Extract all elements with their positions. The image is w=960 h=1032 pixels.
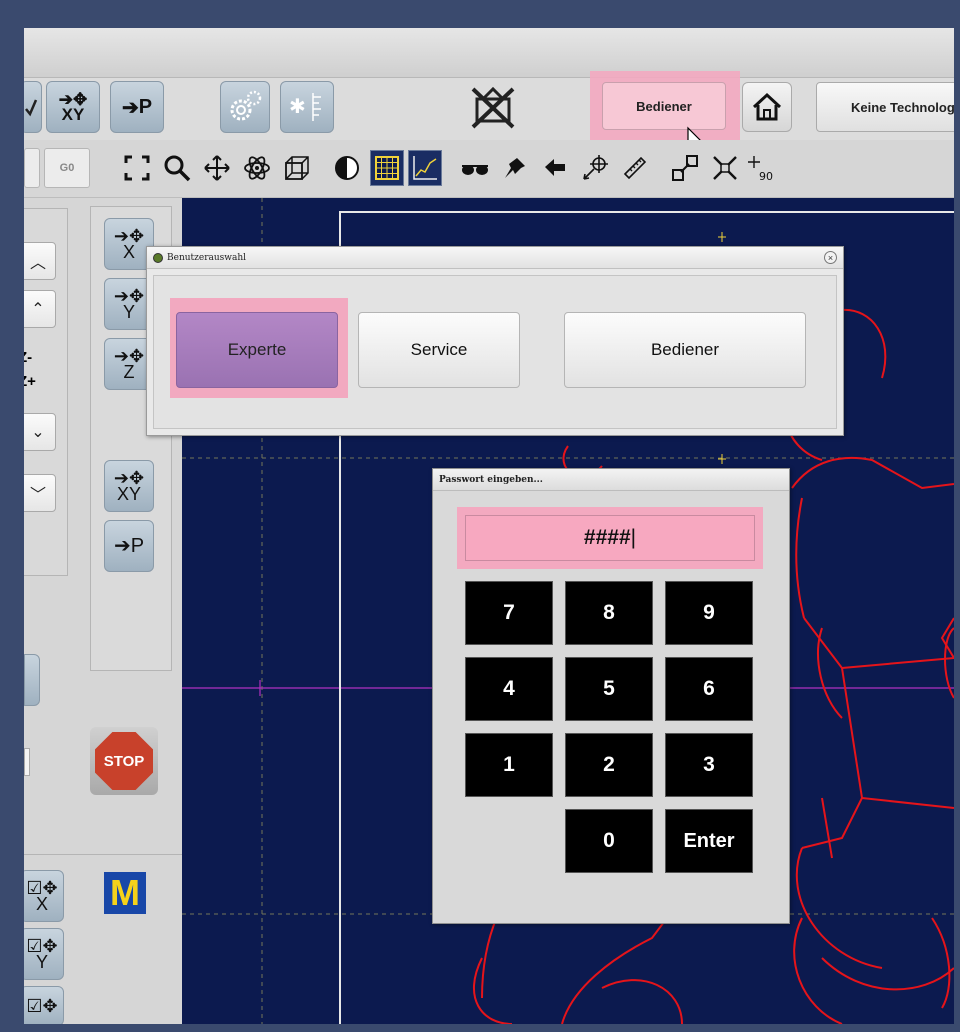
tool-list-icon: ✱ bbox=[289, 93, 321, 121]
measure-button[interactable] bbox=[24, 654, 40, 706]
goto-xy-side-button[interactable]: ➔✥ XY bbox=[104, 460, 154, 512]
axis-xy-label: XY bbox=[116, 484, 141, 504]
text-cursor: | bbox=[630, 526, 637, 549]
chevron-down-icon: ﹀ bbox=[29, 487, 46, 504]
key-1[interactable]: 1 bbox=[465, 733, 553, 797]
enter-key[interactable]: Enter bbox=[665, 809, 753, 873]
password-dialog-title: Passwort eingeben... bbox=[433, 469, 789, 491]
goto-p-label: P bbox=[138, 95, 153, 118]
check-target-icon: ☑✥ bbox=[26, 996, 58, 1016]
dialog-title: Benutzerauswahl bbox=[167, 252, 247, 263]
key-4[interactable]: 4 bbox=[465, 657, 553, 721]
key-9[interactable]: 9 bbox=[665, 581, 753, 645]
target-icon[interactable] bbox=[578, 150, 612, 186]
z-minus-label: Z- bbox=[24, 349, 33, 366]
stop-sign: STOP bbox=[95, 732, 153, 790]
stop-button[interactable]: STOP bbox=[90, 727, 158, 795]
key-2[interactable]: 2 bbox=[565, 733, 653, 797]
jog-down-fast-button[interactable]: ⌄ bbox=[24, 413, 56, 451]
password-field[interactable]: #### | bbox=[465, 515, 755, 561]
grid-icon[interactable] bbox=[370, 150, 404, 186]
axis-y-label: Y bbox=[122, 302, 135, 322]
close-icon[interactable]: × bbox=[824, 251, 837, 264]
tools-list-button[interactable]: ✱ bbox=[280, 81, 334, 133]
dialog-titlebar: Benutzerauswahl bbox=[147, 247, 843, 269]
goto-xy-label: XY bbox=[61, 105, 85, 124]
check-x-button[interactable]: ☑✥ X bbox=[24, 870, 64, 922]
home-icon bbox=[752, 92, 782, 121]
cube-icon[interactable] bbox=[280, 150, 314, 186]
glasses-icon[interactable] bbox=[458, 150, 492, 186]
pin-icon[interactable] bbox=[498, 150, 532, 186]
key-0[interactable]: 0 bbox=[565, 809, 653, 873]
back-arrow-icon[interactable] bbox=[538, 150, 572, 186]
no-tool-button[interactable] bbox=[468, 84, 518, 132]
bediener-button[interactable]: Bediener bbox=[602, 82, 726, 130]
goto-xy-button[interactable]: ➔✥ XY bbox=[46, 81, 100, 133]
key-3[interactable]: 3 bbox=[665, 733, 753, 797]
atom-icon[interactable] bbox=[240, 150, 274, 186]
macro-button[interactable]: M bbox=[104, 872, 146, 914]
zoom-icon[interactable] bbox=[160, 150, 194, 186]
password-value: #### bbox=[583, 526, 631, 549]
goto-p-side-button[interactable]: ➔ P bbox=[104, 520, 154, 572]
check-icon-button[interactable] bbox=[24, 81, 42, 133]
key-6[interactable]: 6 bbox=[665, 657, 753, 721]
svg-text:✱: ✱ bbox=[289, 94, 306, 118]
settings-button[interactable] bbox=[220, 81, 270, 133]
axis-x-label: X bbox=[122, 242, 135, 262]
experte-button[interactable]: Experte bbox=[176, 312, 338, 388]
svg-text:90: 90 bbox=[759, 170, 773, 183]
z-plus-label: Z+ bbox=[24, 373, 36, 390]
divider bbox=[24, 854, 182, 855]
scale-icon[interactable] bbox=[668, 150, 702, 186]
key-7[interactable]: 7 bbox=[465, 581, 553, 645]
app-window: ➔✥ XY ➔P ✱ Bediener Keine Technologie G0… bbox=[24, 28, 954, 1024]
key-8[interactable]: 8 bbox=[565, 581, 653, 645]
gears-icon bbox=[230, 90, 262, 121]
ruler-icon[interactable] bbox=[618, 150, 652, 186]
axis-z-label: Z bbox=[123, 362, 135, 382]
jog-up-button[interactable]: ︿ bbox=[24, 242, 56, 280]
chevron-up-icon: ︿ bbox=[29, 255, 46, 272]
speed-field[interactable] bbox=[24, 148, 40, 188]
contrast-icon[interactable] bbox=[330, 150, 364, 186]
bediener-user-button[interactable]: Bediener bbox=[564, 312, 806, 388]
goto-p-button[interactable]: ➔ P bbox=[110, 81, 164, 133]
pan-icon[interactable] bbox=[200, 150, 234, 186]
arrow-icon: ➔ bbox=[113, 535, 131, 557]
check-y-button[interactable]: ☑✥ Y bbox=[24, 928, 64, 980]
rotate-90-icon[interactable]: 90 bbox=[746, 150, 780, 186]
jog-up-fast-button[interactable]: ⌃ bbox=[24, 290, 56, 328]
graph-icon[interactable] bbox=[408, 150, 442, 186]
jog-down-button[interactable]: ﹀ bbox=[24, 474, 56, 512]
check-y-label: Y bbox=[35, 952, 48, 972]
service-button[interactable]: Service bbox=[358, 312, 520, 388]
app-icon bbox=[153, 252, 163, 263]
fullscreen-icon[interactable] bbox=[120, 150, 154, 186]
title-bar bbox=[24, 28, 954, 78]
g0-field[interactable]: G0 bbox=[44, 148, 90, 188]
double-chevron-up-icon: ⌃ bbox=[31, 301, 45, 318]
key-5[interactable]: 5 bbox=[565, 657, 653, 721]
fit-icon[interactable] bbox=[708, 150, 742, 186]
value-field[interactable] bbox=[24, 748, 30, 776]
check-z-button[interactable]: ☑✥ bbox=[24, 986, 64, 1024]
home-button[interactable] bbox=[742, 82, 792, 132]
p-label: P bbox=[130, 535, 145, 557]
check-x-label: X bbox=[35, 894, 48, 914]
arrow-icon: ➔ bbox=[121, 96, 139, 119]
z-labels: Z- Z+ bbox=[24, 346, 36, 394]
double-chevron-down-icon: ⌄ bbox=[31, 424, 45, 441]
crossed-machine-icon bbox=[471, 86, 515, 129]
technology-button[interactable]: Keine Technologie bbox=[816, 82, 954, 132]
password-dialog: Passwort eingeben... #### | 7 8 9 4 5 6 1… bbox=[432, 468, 790, 924]
